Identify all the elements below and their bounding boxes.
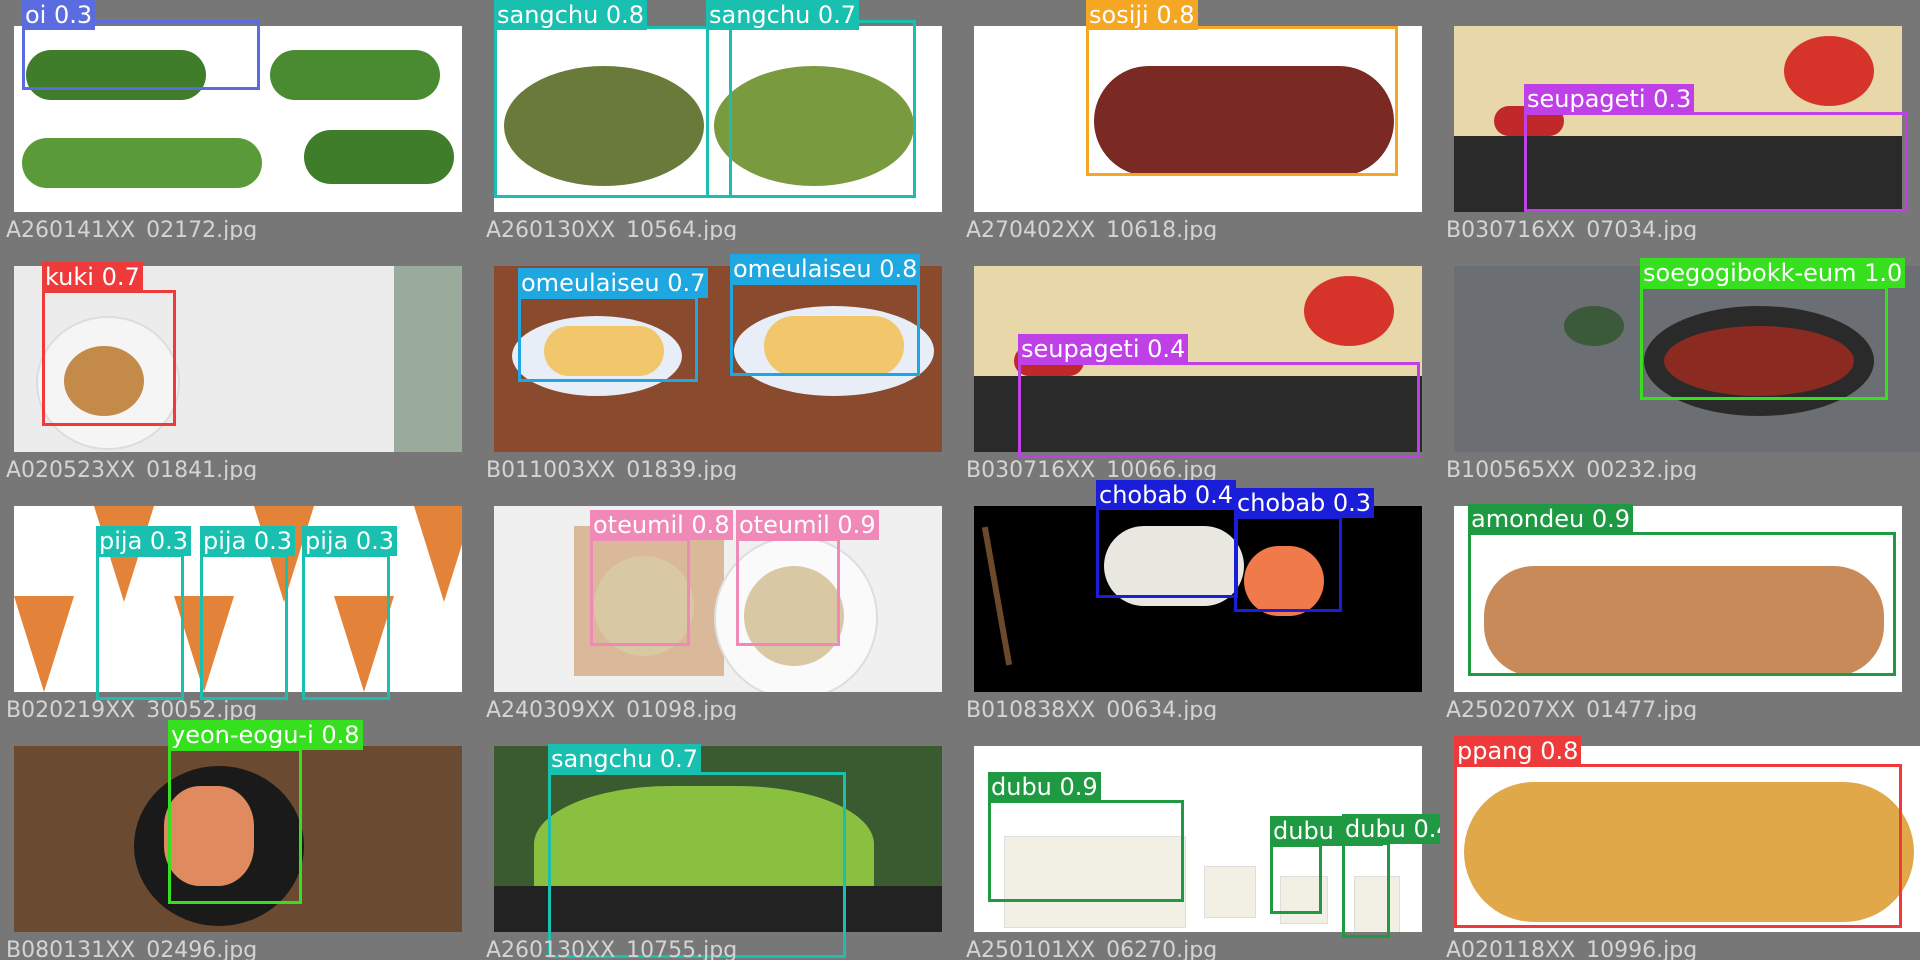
detection-label: oi 0.3 — [22, 0, 96, 30]
bowl-shape — [1564, 306, 1624, 346]
file-name: B100565XX_00232.jpg — [1446, 458, 1698, 480]
detection-box — [42, 290, 176, 426]
file-name: A240309XX_01098.jpg — [486, 698, 738, 720]
chopstick-shape — [981, 526, 1013, 666]
file-name: A250101XX_06270.jpg — [966, 938, 1218, 960]
detection-label: sangchu 0.7 — [548, 744, 702, 774]
detection-label: seupageti 0.3 — [1524, 84, 1695, 114]
detection-label: sosiji 0.8 — [1086, 0, 1198, 30]
detection-label: omeulaiseu 0.8 — [730, 254, 921, 284]
detection-box — [96, 554, 184, 700]
detection-label: omeulaiseu 0.7 — [518, 268, 709, 298]
detection-box — [494, 26, 732, 198]
detection-box — [1270, 844, 1322, 914]
detection-box — [1086, 26, 1398, 176]
cucumber-shape — [270, 50, 440, 100]
pizza-shape — [414, 506, 462, 602]
detection-box — [1018, 362, 1420, 458]
detection-label: oteumil 0.8 — [590, 510, 733, 540]
file-name: A260141XX_02172.jpg — [6, 218, 258, 240]
detection-label: soegogibokk-eum 1.0 — [1640, 258, 1906, 288]
result-tile: dubu 0.9dubu 0.3dubu 0.4A250101XX_06270.… — [960, 720, 1440, 960]
file-name: A260130XX_10564.jpg — [486, 218, 738, 240]
file-name: B010838XX_00634.jpg — [966, 698, 1218, 720]
detection-box — [736, 538, 840, 646]
result-tile: oi 0.3 A260141XX_02172.jpg — [0, 0, 480, 240]
detection-label: sangchu 0.8 — [494, 0, 648, 30]
detection-box — [590, 538, 690, 646]
detection-box — [548, 772, 846, 958]
cucumber-shape — [22, 138, 262, 188]
detection-label: yeon-eogu-i 0.8 — [168, 720, 363, 750]
file-name: B080131XX_02496.jpg — [6, 938, 258, 960]
detection-label: amondeu 0.9 — [1468, 504, 1633, 534]
result-tile: omeulaiseu 0.7 omeulaiseu 0.8 B011003XX_01… — [480, 240, 960, 480]
detection-box — [730, 282, 920, 376]
file-name: B030716XX_10066.jpg — [966, 458, 1218, 480]
file-name: A020523XX_01841.jpg — [6, 458, 258, 480]
result-tile: amondeu 0.9 A250207XX_01477.jpg — [1440, 480, 1920, 720]
detection-label: pija 0.3 — [200, 526, 296, 556]
file-name: B030716XX_07034.jpg — [1446, 218, 1698, 240]
result-tile: kuki 0.7 A020523XX_01841.jpg — [0, 240, 480, 480]
file-name: A020118XX_10996.jpg — [1446, 938, 1698, 960]
tofu-shape — [1204, 866, 1256, 918]
file-name: A260130XX_10755.jpg — [486, 938, 738, 960]
detection-label: chobab 0.4 — [1096, 480, 1237, 510]
result-tile: ppang 0.8 A020118XX_10996.jpg — [1440, 720, 1920, 960]
result-tile: sosiji 0.8 A270402XX_10618.jpg — [960, 0, 1440, 240]
detection-label: oteumil 0.9 — [736, 510, 879, 540]
detection-box — [1342, 842, 1390, 938]
detection-label: pija 0.3 — [96, 526, 192, 556]
result-tile: soegogibokk-eum 1.0 B100565XX_00232.jpg — [1440, 240, 1920, 480]
pine-shape — [394, 266, 462, 452]
detection-label: kuki 0.7 — [42, 262, 143, 292]
result-tile: seupageti 0.3 B030716XX_07034.jpg — [1440, 0, 1920, 240]
detection-label: ppang 0.8 — [1454, 736, 1582, 766]
detection-box — [200, 554, 288, 700]
detection-box — [1096, 500, 1238, 598]
detection-box — [1234, 516, 1342, 612]
file-name: B020219XX_30052.jpg — [6, 698, 258, 720]
pizza-shape — [14, 596, 74, 692]
cucumber-shape — [304, 130, 454, 184]
result-tile: seupageti 0.4 B030716XX_10066.jpg — [960, 240, 1440, 480]
detection-label: dubu 0.9 — [988, 772, 1101, 802]
detection-box — [706, 20, 916, 198]
file-name: A250207XX_01477.jpg — [1446, 698, 1698, 720]
result-tile: pija 0.3 pija 0.3 pija 0.3 B020219XX_30052.… — [0, 480, 480, 720]
result-tile: oteumil 0.8 oteumil 0.9 A240309XX_01098.jp… — [480, 480, 960, 720]
detection-label: dubu 0.4 — [1342, 814, 1440, 844]
tomato-shape — [1304, 276, 1394, 346]
result-tile: yeon-eogu-i 0.8 B080131XX_02496.jpg — [0, 720, 480, 960]
detection-box — [1454, 764, 1902, 928]
detection-box — [518, 296, 698, 382]
detection-box — [168, 748, 302, 904]
detection-label: chobab 0.3 — [1234, 488, 1375, 518]
result-tile: sangchu 0.7 A260130XX_10755.jpg — [480, 720, 960, 960]
detection-box — [1468, 532, 1896, 676]
detection-label: sangchu 0.7 — [706, 0, 860, 30]
detection-label: pija 0.3 — [302, 526, 398, 556]
detection-box — [1524, 112, 1908, 212]
detection-box — [22, 20, 260, 90]
detection-results-grid: oi 0.3 A260141XX_02172.jpg sangchu 0.8 sang… — [0, 0, 1920, 960]
result-tile: chobab 0.4 chobab 0.3 B010838XX_00634.jpg — [960, 480, 1440, 720]
detection-box — [1640, 286, 1888, 400]
detection-label: seupageti 0.4 — [1018, 334, 1189, 364]
file-name: B011003XX_01839.jpg — [486, 458, 738, 480]
file-name: A270402XX_10618.jpg — [966, 218, 1218, 240]
result-tile: sangchu 0.8 sangchu 0.7 A260130XX_10564.jp… — [480, 0, 960, 240]
detection-box — [988, 800, 1184, 902]
detection-box — [302, 554, 390, 700]
tomato-shape — [1784, 36, 1874, 106]
